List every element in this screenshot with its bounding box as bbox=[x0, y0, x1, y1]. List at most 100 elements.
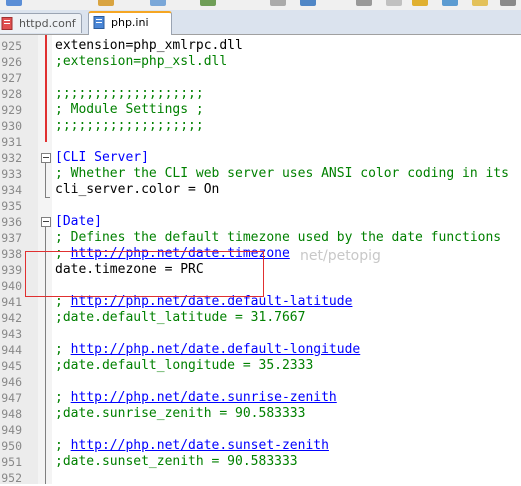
code-line[interactable]: 950; http://php.net/date.sunset-zenith bbox=[0, 438, 521, 454]
toolbar-icon[interactable] bbox=[98, 0, 114, 6]
fold-toggle-date[interactable] bbox=[41, 217, 51, 227]
code-line[interactable]: 951 ;date.sunset_zenith = 90.583333 bbox=[0, 454, 521, 470]
code-text: ; Defines the default timezone used by t… bbox=[55, 230, 502, 245]
line-number: 942 bbox=[1, 311, 22, 325]
annotation-box bbox=[25, 251, 264, 297]
line-number: 937 bbox=[1, 231, 22, 245]
line-number: 930 bbox=[1, 119, 22, 133]
line-number: 926 bbox=[1, 55, 22, 69]
line-number: 945 bbox=[1, 359, 22, 373]
toolbar-icon[interactable] bbox=[356, 0, 372, 6]
file-icon bbox=[1, 17, 13, 30]
toolbar-icon[interactable] bbox=[442, 0, 458, 6]
code-line[interactable]: 930;;;;;;;;;;;;;;;;;;; bbox=[0, 118, 521, 134]
code-line[interactable]: 928;;;;;;;;;;;;;;;;;;; bbox=[0, 86, 521, 102]
toolbar-icon[interactable] bbox=[270, 0, 286, 6]
line-number: 936 bbox=[1, 215, 22, 229]
code-text: ;date.default_latitude = 31.7667 bbox=[55, 310, 306, 325]
comment-prefix: ; bbox=[55, 390, 71, 405]
line-number: 943 bbox=[1, 327, 22, 341]
line-number: 928 bbox=[1, 87, 22, 101]
line-number: 940 bbox=[1, 279, 22, 293]
line-number: 931 bbox=[1, 135, 22, 149]
file-icon bbox=[93, 16, 105, 29]
code-text: cli_server.color = On bbox=[55, 182, 220, 197]
line-number: 950 bbox=[1, 439, 22, 453]
code-line[interactable]: 933 ; Whether the CLI web server uses ANS… bbox=[0, 166, 521, 182]
doc-link[interactable]: http://php.net/date.sunset-zenith bbox=[71, 438, 329, 453]
code-line[interactable]: 931 bbox=[0, 134, 521, 150]
code-line[interactable]: 946 bbox=[0, 374, 521, 390]
watermark: net/petopig bbox=[300, 248, 381, 264]
toolbar-icon[interactable] bbox=[150, 0, 166, 6]
comment-prefix: ; bbox=[55, 438, 71, 453]
code-text: ; http://php.net/date.sunset-zenith bbox=[55, 438, 329, 454]
toolbar-icon[interactable] bbox=[386, 0, 402, 6]
line-number: 941 bbox=[1, 295, 22, 309]
toolbar-icon[interactable] bbox=[412, 0, 428, 6]
tab-bar: httpd.conf php.ini bbox=[0, 10, 521, 35]
line-number: 949 bbox=[1, 423, 22, 437]
code-line[interactable]: 948 ;date.sunrise_zenith = 90.583333 bbox=[0, 406, 521, 422]
code-line[interactable]: 949 bbox=[0, 422, 521, 438]
code-text: ;date.sunset_zenith = 90.583333 bbox=[55, 454, 298, 469]
code-text: ;date.default_longitude = 35.2333 bbox=[55, 358, 314, 373]
line-number: 932 bbox=[1, 151, 22, 165]
code-text: ;;;;;;;;;;;;;;;;;;; bbox=[55, 86, 204, 101]
tab-label: php.ini bbox=[111, 16, 149, 29]
line-number: 951 bbox=[1, 455, 22, 469]
fold-guide-end bbox=[45, 197, 50, 198]
toolbar-icon[interactable] bbox=[300, 0, 316, 6]
doc-link[interactable]: http://php.net/date.sunrise-zenith bbox=[71, 390, 337, 405]
line-number: 929 bbox=[1, 103, 22, 117]
code-line[interactable]: 937 ; Defines the default timezone used b… bbox=[0, 230, 521, 246]
tab-php-ini[interactable]: php.ini bbox=[88, 11, 172, 35]
section-header: [Date] bbox=[55, 214, 102, 229]
line-number: 925 bbox=[1, 39, 22, 53]
line-number: 944 bbox=[1, 343, 22, 357]
code-text: ; Whether the CLI web server uses ANSI c… bbox=[55, 166, 509, 181]
tab-httpd-conf[interactable]: httpd.conf bbox=[0, 13, 82, 33]
code-line[interactable]: 925 extension=php_xmlrpc.dll bbox=[0, 38, 521, 54]
line-number: 934 bbox=[1, 183, 22, 197]
code-line[interactable]: 926 ;extension=php_xsl.dll bbox=[0, 54, 521, 70]
line-number: 938 bbox=[1, 247, 22, 261]
line-number: 935 bbox=[1, 199, 22, 213]
section-header: [CLI Server] bbox=[55, 150, 149, 165]
code-line[interactable]: 932 [CLI Server] bbox=[0, 150, 521, 166]
code-line[interactable]: 944; http://php.net/date.default-longitu… bbox=[0, 342, 521, 358]
code-text: ;extension=php_xsl.dll bbox=[55, 54, 228, 69]
code-line[interactable]: 942 ;date.default_latitude = 31.7667 bbox=[0, 310, 521, 326]
toolbar-icon[interactable] bbox=[200, 0, 216, 6]
line-number: 939 bbox=[1, 263, 22, 277]
code-line[interactable]: 947; http://php.net/date.sunrise-zenith bbox=[0, 390, 521, 406]
fold-guide bbox=[45, 163, 46, 197]
line-number: 946 bbox=[1, 375, 22, 389]
code-line[interactable]: 927 bbox=[0, 70, 521, 86]
code-text: ;;;;;;;;;;;;;;;;;;; bbox=[55, 118, 204, 133]
line-number: 947 bbox=[1, 391, 22, 405]
line-number: 927 bbox=[1, 71, 22, 85]
code-text: ;date.sunrise_zenith = 90.583333 bbox=[55, 406, 306, 421]
code-line[interactable]: 935 bbox=[0, 198, 521, 214]
line-number: 948 bbox=[1, 407, 22, 421]
fold-toggle-cli-server[interactable] bbox=[41, 153, 51, 163]
toolbar-icon[interactable] bbox=[500, 0, 516, 6]
comment-prefix: ; bbox=[55, 342, 71, 357]
code-line[interactable]: 943 bbox=[0, 326, 521, 342]
code-text: ; http://php.net/date.sunrise-zenith bbox=[55, 390, 337, 406]
code-editor[interactable]: 925 extension=php_xmlrpc.dll 926 ;extension… bbox=[0, 35, 521, 485]
tab-label: httpd.conf bbox=[19, 17, 76, 30]
change-marker bbox=[45, 35, 47, 142]
toolbar-icon[interactable] bbox=[472, 0, 488, 6]
code-text: ; Module Settings ; bbox=[55, 102, 204, 117]
code-line[interactable]: 936 [Date] bbox=[0, 214, 521, 230]
toolbar-icon[interactable] bbox=[6, 0, 22, 6]
code-text: ; http://php.net/date.default-longitude bbox=[55, 342, 360, 358]
code-text: extension=php_xmlrpc.dll bbox=[55, 38, 243, 53]
code-line[interactable]: 929 ; Module Settings ; bbox=[0, 102, 521, 118]
doc-link[interactable]: http://php.net/date.default-longitude bbox=[71, 342, 361, 357]
code-line[interactable]: 934 cli_server.color = On bbox=[0, 182, 521, 198]
line-number: 933 bbox=[1, 167, 22, 181]
code-line[interactable]: 945 ;date.default_longitude = 35.2333 bbox=[0, 358, 521, 374]
